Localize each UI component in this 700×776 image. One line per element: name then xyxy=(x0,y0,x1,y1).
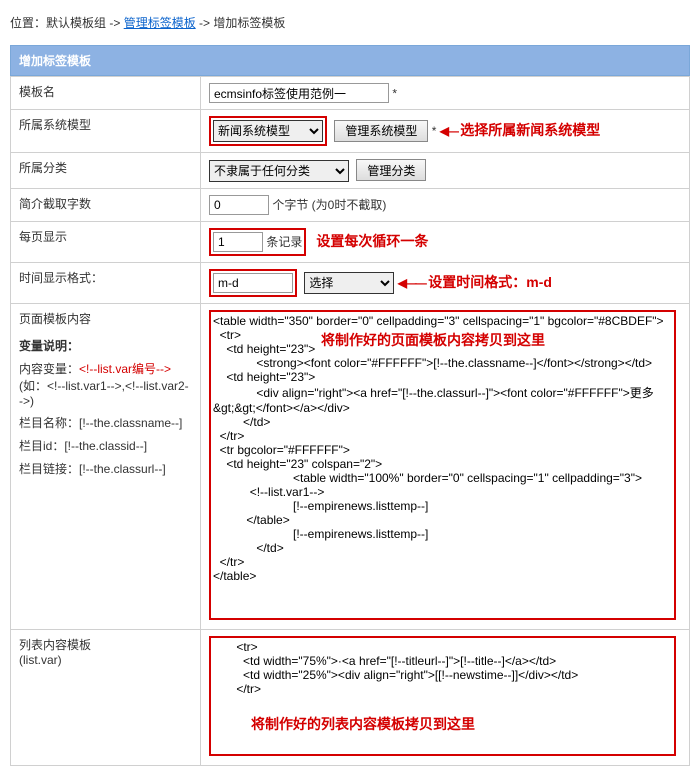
label-template-name: 模板名 xyxy=(11,77,201,110)
breadcrumb-prefix: 位置：默认模板组 -> xyxy=(10,16,124,30)
textarea-list-template[interactable] xyxy=(209,636,676,756)
btn-manage-category[interactable]: 管理分类 xyxy=(356,159,426,181)
row-page-template: 页面模板内容 变量说明： 内容变量：<!--list.var编号--> (如：<… xyxy=(11,303,690,629)
annot-per-page: 设置每次循环一条 xyxy=(316,233,428,249)
breadcrumb-sep: -> xyxy=(196,16,214,30)
label-per-page: 每页显示 xyxy=(11,221,201,262)
row-time-format: 时间显示格式： 选择 ◀—— 设置时间格式：m-d xyxy=(11,262,690,303)
var-note-heading: 变量说明： xyxy=(19,337,192,354)
var-note-classurl: 栏目链接：[!--the.classurl--] xyxy=(19,460,192,477)
row-category: 所属分类 不隶属于任何分类 管理分类 xyxy=(11,153,690,189)
row-system-model: 所属系统模型 新闻系统模型 管理系统模型 * ◀— 选择所属新闻系统模型 xyxy=(11,110,690,153)
annot-model: 选择所属新闻系统模型 xyxy=(460,122,600,138)
label-time-format: 时间显示格式： xyxy=(11,262,201,303)
label-brief: 简介截取字数 xyxy=(11,188,201,221)
var-note-contentvar: 内容变量：<!--list.var编号--> xyxy=(19,360,192,377)
input-per-page[interactable] xyxy=(213,232,263,252)
required-star: * xyxy=(432,124,437,138)
annot-time: 设置时间格式：m-d xyxy=(428,274,552,290)
suffix-brief: 个字节 (为0时不截取) xyxy=(272,198,386,212)
arrow-icon: ◀— xyxy=(440,124,457,138)
label-list-template: 列表内容模板 (list.var) xyxy=(11,629,201,765)
row-template-name: 模板名 * xyxy=(11,77,690,110)
form-table: 模板名 * 所属系统模型 新闻系统模型 管理系统模型 * ◀— 选择所属新闻系统… xyxy=(10,76,690,766)
label-page-template: 页面模板内容 变量说明： 内容变量：<!--list.var编号--> (如：<… xyxy=(11,303,201,629)
breadcrumb-link-manage[interactable]: 管理标签模板 xyxy=(124,16,196,30)
panel-title: 增加标签模板 xyxy=(10,45,690,76)
select-time-preset[interactable]: 选择 xyxy=(304,272,394,294)
var-note-classname: 栏目名称：[!--the.classname--] xyxy=(19,414,192,431)
var-note-example: (如：<!--list.var1-->,<!--list.var2-->) xyxy=(19,377,192,408)
input-time-format[interactable] xyxy=(213,273,293,293)
breadcrumb: 位置：默认模板组 -> 管理标签模板 -> 增加标签模板 xyxy=(10,10,690,35)
textarea-page-template[interactable] xyxy=(209,310,676,620)
var-note-classid: 栏目id：[!--the.classid--] xyxy=(19,437,192,454)
input-brief[interactable] xyxy=(209,195,269,215)
label-system-model: 所属系统模型 xyxy=(11,110,201,153)
btn-manage-model[interactable]: 管理系统模型 xyxy=(334,120,428,142)
required-star: * xyxy=(392,87,397,101)
select-category[interactable]: 不隶属于任何分类 xyxy=(209,160,349,182)
row-brief: 简介截取字数 个字节 (为0时不截取) xyxy=(11,188,690,221)
row-list-template: 列表内容模板 (list.var) 将制作好的列表内容模板拷贝到这里 xyxy=(11,629,690,765)
row-per-page: 每页显示 条记录 设置每次循环一条 xyxy=(11,221,690,262)
label-category: 所属分类 xyxy=(11,153,201,189)
arrow-icon: ◀—— xyxy=(398,276,425,290)
suffix-per-page: 条记录 xyxy=(266,235,302,249)
input-template-name[interactable] xyxy=(209,83,389,103)
breadcrumb-current: 增加标签模板 xyxy=(213,16,285,30)
select-system-model[interactable]: 新闻系统模型 xyxy=(213,120,323,142)
